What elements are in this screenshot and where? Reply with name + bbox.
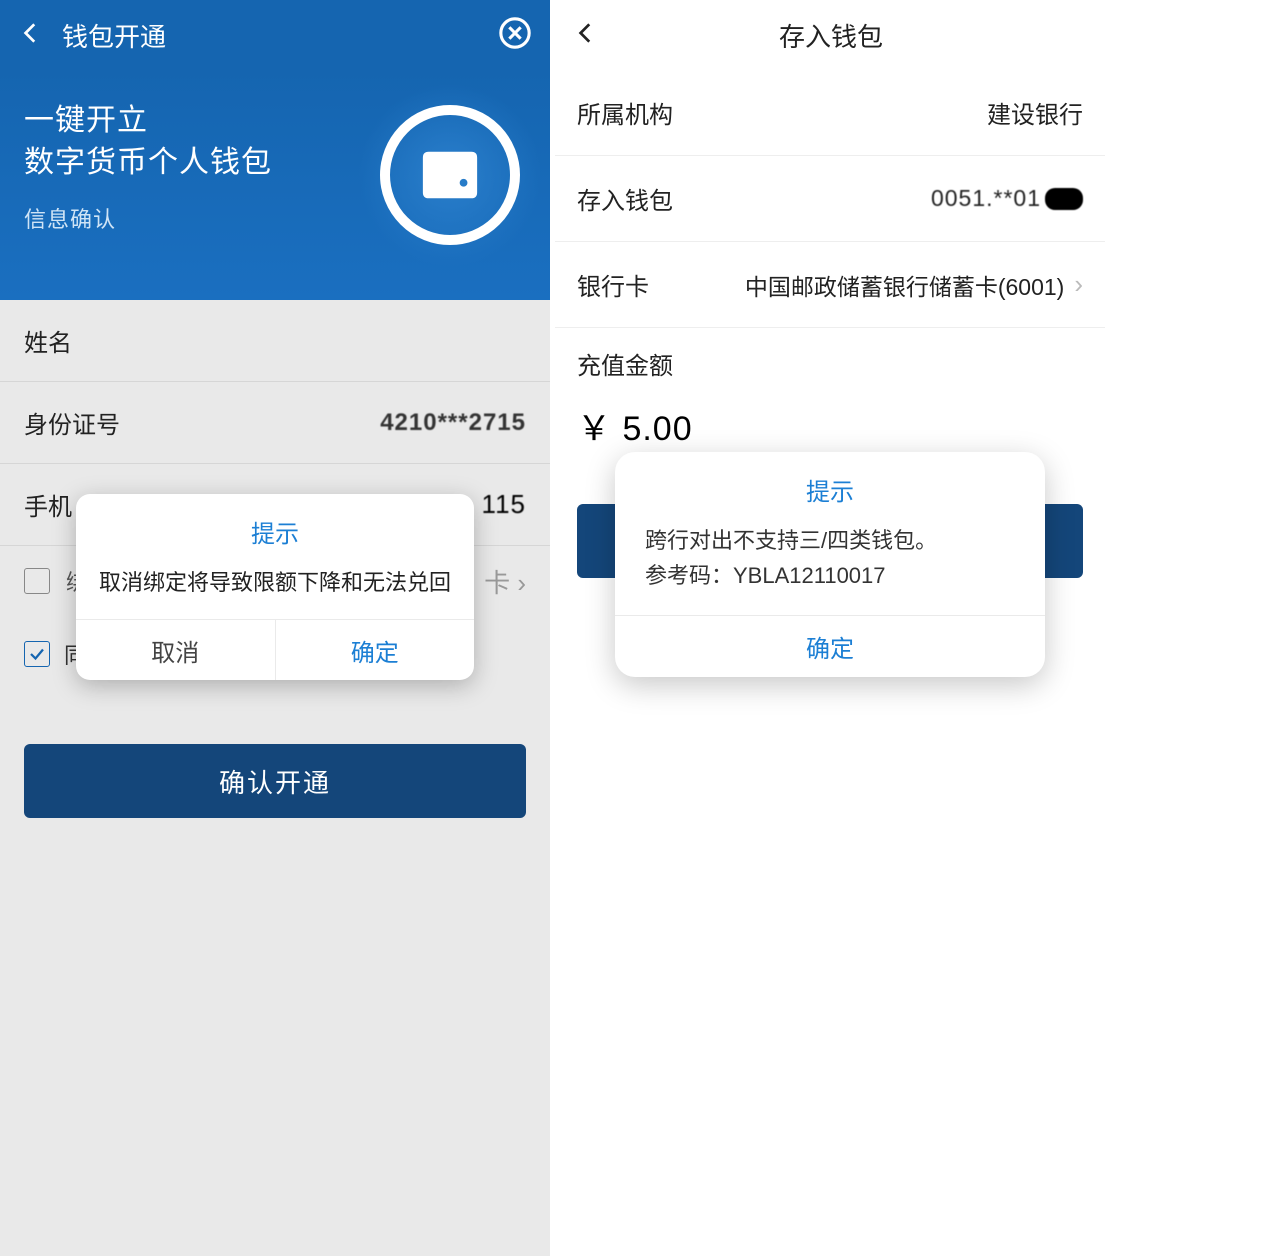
dialog-error: 提示 跨行对出不支持三/四类钱包。 参考码：YBLA12110017 确定 [615, 452, 1045, 677]
card-label: 银行卡 [577, 267, 649, 302]
ok-button[interactable]: 确定 [615, 615, 1045, 677]
dialog-line-2: 参考码：YBLA12110017 [645, 558, 1015, 593]
row-org: 所属机构 建设银行 [555, 70, 1105, 156]
screen-deposit: 存入钱包 所属机构 建设银行 存入钱包 0051.**01 银行卡 中国邮政储蓄… [555, 0, 1105, 1256]
dialog-body: 跨行对出不支持三/四类钱包。 参考码：YBLA12110017 [615, 523, 1045, 615]
card-value: 中国邮政储蓄银行储蓄卡(6001)› [745, 268, 1083, 302]
dialog-title: 提示 [615, 452, 1045, 523]
wallet-value: 0051.**01 [931, 185, 1083, 212]
dialog-message: 取消绑定将导致限额下降和无法兑回 [76, 563, 474, 619]
amount-label: 充值金额 [577, 346, 1083, 381]
ok-button[interactable]: 确定 [276, 620, 475, 680]
page-title: 存入钱包 [575, 17, 1087, 54]
row-bankcard[interactable]: 银行卡 中国邮政储蓄银行储蓄卡(6001)› [555, 242, 1105, 328]
org-label: 所属机构 [577, 95, 673, 130]
header-bar: 存入钱包 [555, 0, 1105, 70]
wallet-label: 存入钱包 [577, 181, 673, 216]
chevron-right-icon: › [1074, 269, 1083, 300]
dialog-title: 提示 [76, 494, 474, 563]
dialog-line-1: 跨行对出不支持三/四类钱包。 [645, 523, 1015, 558]
dialog-unbind: 提示 取消绑定将导致限额下降和无法兑回 取消 确定 [76, 494, 474, 680]
amount-value[interactable]: ￥ 5.00 [577, 401, 1083, 450]
screen-wallet-open: 钱包开通 一键开立 数字货币个人钱包 信息确认 姓名 身份证号 4210***2… [0, 0, 550, 1256]
cancel-button[interactable]: 取消 [76, 620, 276, 680]
org-value: 建设银行 [987, 95, 1083, 130]
dialog-button-row: 取消 确定 [76, 619, 474, 680]
amount-block: 充值金额 ￥ 5.00 [555, 328, 1105, 468]
row-wallet[interactable]: 存入钱包 0051.**01 [555, 156, 1105, 242]
